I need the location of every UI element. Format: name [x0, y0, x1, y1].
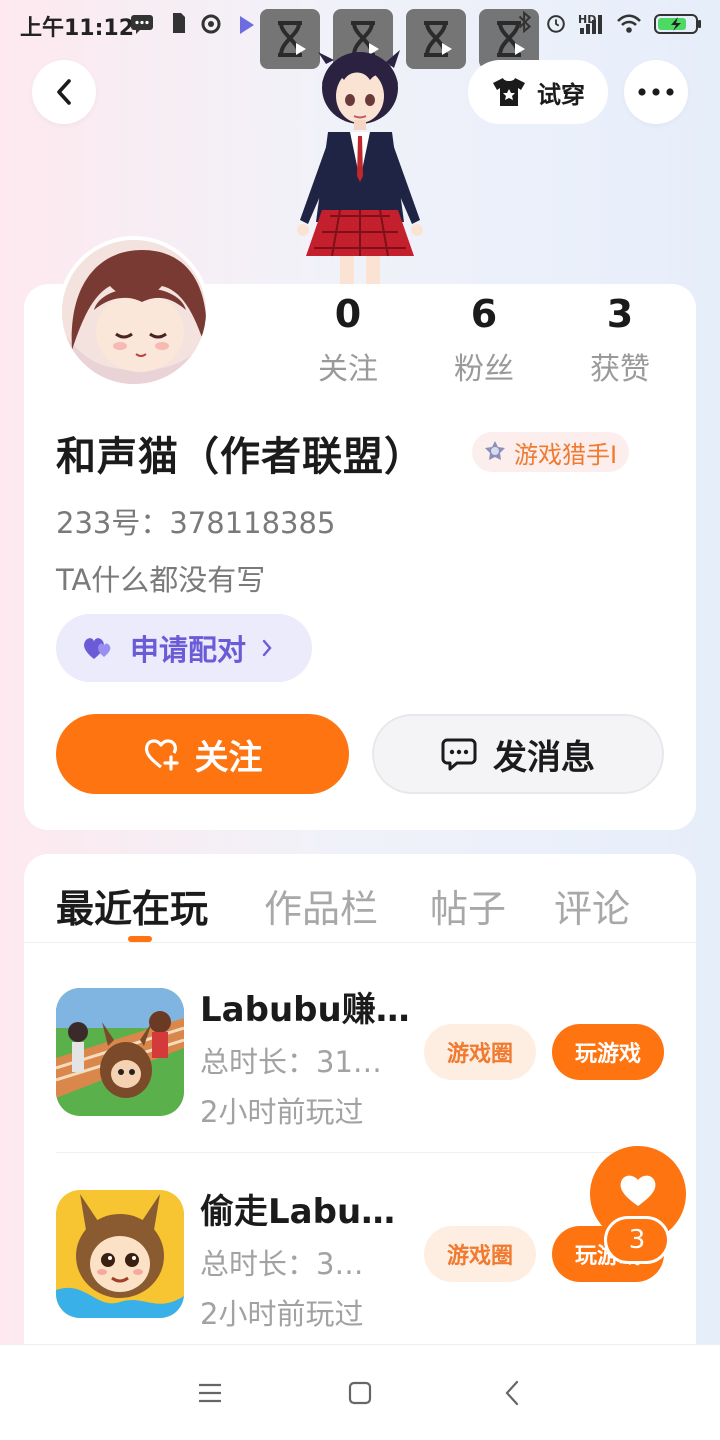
tab-posts[interactable]: 帖子: [430, 884, 506, 934]
game-title: 偷走Labu…: [200, 1192, 396, 1232]
square-home-icon: [348, 1381, 372, 1405]
play-game-button[interactable]: 玩游戏: [552, 1024, 664, 1080]
heart-icon: [620, 1175, 656, 1206]
apply-pair-label: 申请配对: [130, 633, 247, 667]
row-divider: [56, 1152, 664, 1153]
tab-divider: [24, 942, 696, 943]
stat-following[interactable]: 0 关注: [288, 290, 408, 388]
like-count-badge: 3: [604, 1216, 670, 1264]
signal-icon: [580, 15, 602, 34]
alarm-icon: [547, 15, 565, 33]
stat-fans-value: 6: [470, 292, 498, 336]
chevron-left-icon: [57, 79, 71, 105]
tshirt-icon: [493, 78, 525, 106]
nav-back-button[interactable]: [492, 1373, 532, 1413]
tab-recent-play[interactable]: 最近在玩: [56, 884, 208, 934]
game-icon-labubu-earn[interactable]: [56, 988, 184, 1116]
stat-following-label: 关注: [318, 352, 378, 387]
wifi-icon: [617, 14, 641, 33]
stat-fans-label: 粉丝: [454, 352, 514, 387]
game-last-played: 2小时前玩过: [200, 1095, 364, 1129]
list-item[interactable]: Labubu赚… 总时长：31… 2小时前玩过 游戏圈 玩游戏: [24, 988, 696, 1168]
chevron-right-icon: [262, 639, 272, 657]
apply-pair-button[interactable]: 申请配对: [56, 614, 312, 682]
avatar[interactable]: [58, 236, 210, 388]
nav-home-button[interactable]: [340, 1373, 380, 1413]
menu-lines-icon: [199, 1383, 221, 1403]
follow-label: 关注: [194, 737, 263, 778]
back-arrow-icon: [505, 1380, 519, 1406]
avatar-character-figure[interactable]: [270, 40, 450, 290]
content-card: 最近在玩 作品栏 帖子 评论 Labubu赚… 总时长：31… 2小时前玩过 游…: [24, 854, 696, 1374]
game-title: Labubu赚…: [200, 990, 410, 1030]
system-nav-bar: [0, 1344, 720, 1440]
sim-card-icon: [173, 13, 185, 33]
game-playtime: 总时长：3…: [200, 1247, 364, 1281]
play-store-icon: [240, 16, 254, 34]
back-button[interactable]: [32, 60, 96, 124]
chat-notification-icon: [131, 15, 153, 34]
stat-likes[interactable]: 3 获赞: [560, 290, 680, 388]
title-badge[interactable]: 游戏猎手I: [472, 432, 630, 472]
double-heart-icon: [84, 638, 111, 659]
title-badge-label: 游戏猎手I: [514, 440, 618, 469]
follow-button[interactable]: 关注: [56, 714, 349, 794]
username: 和声猫（作者联盟）: [56, 434, 425, 480]
send-message-label: 发消息: [493, 737, 595, 778]
status-time: 上午11:12: [20, 16, 135, 41]
user-id: 233号：378118385: [56, 506, 336, 540]
stat-likes-label: 获赞: [590, 352, 650, 387]
tab-comments[interactable]: 评论: [554, 884, 630, 934]
heart-plus-icon: [144, 739, 179, 771]
stat-likes-value: 3: [606, 292, 634, 336]
medal-icon: [485, 441, 505, 460]
chat-bubble-icon: [441, 738, 477, 771]
try-on-button[interactable]: 试穿: [468, 60, 608, 124]
game-icon-steal-labubu[interactable]: [56, 1190, 184, 1318]
stat-following-value: 0: [334, 292, 362, 336]
tab-works[interactable]: 作品栏: [264, 884, 378, 934]
more-dots-icon: [638, 88, 674, 96]
user-bio: TA什么都没有写: [56, 563, 266, 597]
game-playtime: 总时长：31…: [200, 1045, 382, 1079]
bluetooth-icon: [518, 11, 532, 33]
game-circle-button[interactable]: 游戏圈: [424, 1226, 536, 1282]
battery-charging-icon: [654, 14, 701, 34]
send-message-button[interactable]: 发消息: [372, 714, 664, 794]
app-notification-icon: [201, 14, 221, 34]
try-on-label: 试穿: [537, 80, 585, 109]
nav-menu-button[interactable]: [190, 1373, 230, 1413]
game-last-played: 2小时前玩过: [200, 1297, 364, 1331]
game-circle-button[interactable]: 游戏圈: [424, 1024, 536, 1080]
stat-fans[interactable]: 6 粉丝: [424, 290, 544, 388]
more-button[interactable]: [624, 60, 688, 124]
